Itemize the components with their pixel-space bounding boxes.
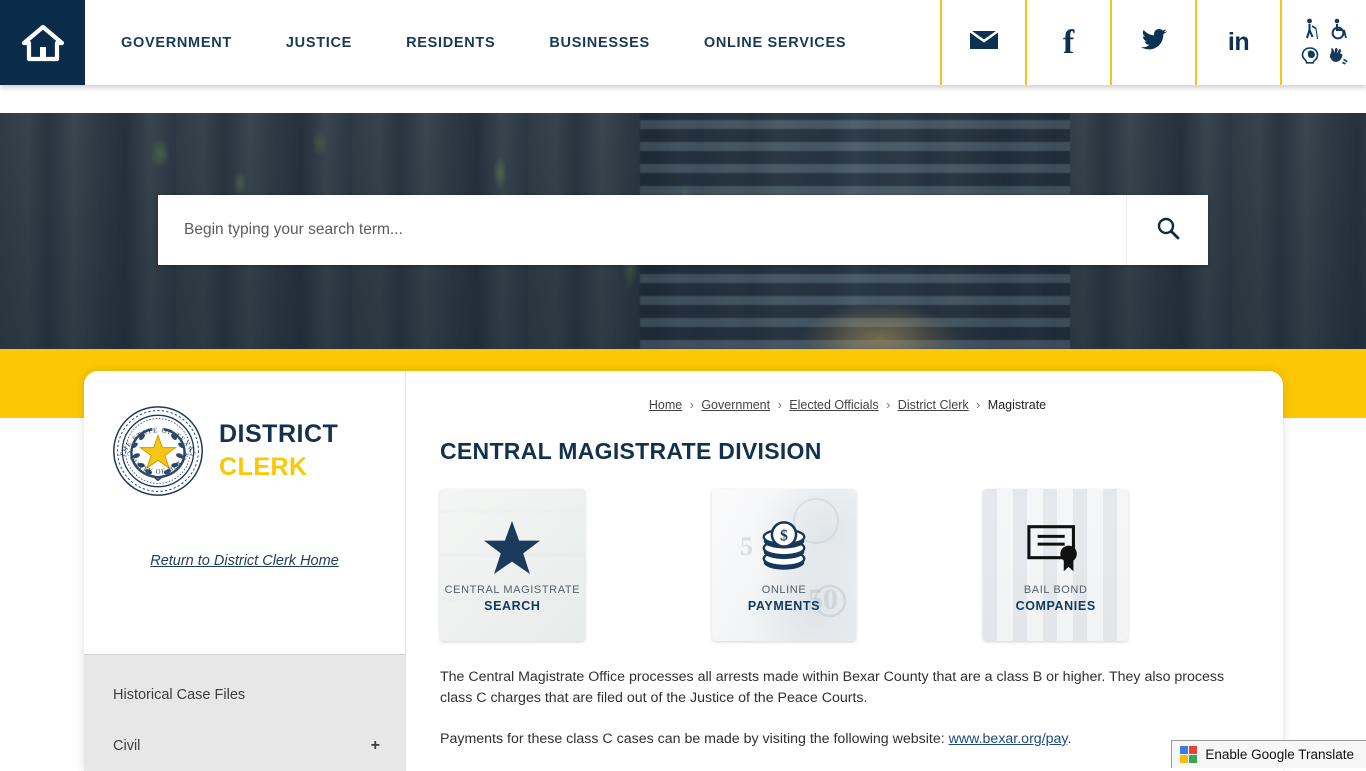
department-branding: THE STATE OF TEXAS COUNTY OF BEXAR DISTR… [84, 371, 405, 498]
tile-labels: BAIL BOND COMPANIES [983, 584, 1128, 613]
site-search [158, 195, 1208, 265]
blind-person-icon[interactable] [1301, 18, 1319, 40]
sidebar-item-civil[interactable]: Civil + [84, 720, 406, 771]
home-icon [21, 24, 65, 62]
tile-online-payments[interactable]: 5 50 $ [712, 489, 857, 641]
tile-label-top: CENTRAL MAGISTRATE [440, 584, 585, 596]
nav-item-justice[interactable]: JUSTICE [286, 35, 352, 51]
paragraph-payments-text: Payments for these class C cases can be … [440, 731, 949, 747]
main-navigation: GOVERNMENT JUSTICE RESIDENTS BUSINESSES … [85, 0, 900, 85]
facebook-icon: f [1063, 26, 1074, 60]
facebook-link[interactable]: f [1025, 0, 1110, 85]
paragraph-payments: Payments for these class C cases can be … [440, 729, 1240, 750]
brand-line-district: DISTRICT [219, 422, 338, 447]
main-content: Home › Government › Elected Officials › … [406, 371, 1283, 771]
breadcrumb-item-current: Magistrate [988, 398, 1046, 412]
social-links: f in [940, 0, 1366, 85]
tile-labels: CENTRAL MAGISTRATE SEARCH [440, 584, 585, 613]
sidebar-navigation: Historical Case Files Civil + [84, 654, 406, 771]
breadcrumb-item-district-clerk[interactable]: District Clerk [898, 398, 969, 412]
search-icon [1155, 215, 1181, 246]
tile-bail-bond-companies[interactable]: BAIL BOND COMPANIES [983, 489, 1128, 641]
tile-label-bottom: SEARCH [440, 599, 585, 613]
google-translate-toggle[interactable]: Enable Google Translate [1171, 740, 1366, 768]
twitter-icon [1140, 28, 1168, 57]
nav-item-residents[interactable]: RESIDENTS [406, 35, 495, 51]
nav-item-government[interactable]: GOVERNMENT [121, 35, 232, 51]
hero-light-glow [800, 303, 960, 349]
breadcrumb-item-elected-officials[interactable]: Elected Officials [789, 398, 878, 412]
breadcrumb-item-home[interactable]: Home [649, 398, 682, 412]
tile-label-bottom: PAYMENTS [712, 599, 857, 613]
accessibility-tools[interactable] [1280, 0, 1366, 85]
breadcrumb-separator: › [886, 398, 890, 412]
breadcrumb-separator: › [690, 398, 694, 412]
linkedin-icon: in [1228, 28, 1249, 57]
sidebar-item-historical-case-files[interactable]: Historical Case Files [84, 669, 406, 720]
content-card: THE STATE OF TEXAS COUNTY OF BEXAR DISTR… [84, 371, 1283, 771]
breadcrumb-item-government[interactable]: Government [701, 398, 770, 412]
twitter-link[interactable] [1110, 0, 1195, 85]
breadcrumb-separator: › [976, 398, 980, 412]
home-button[interactable] [0, 0, 85, 85]
return-link-wrapper: Return to District Clerk Home [84, 552, 405, 570]
body-content: The Central Magistrate Office processes … [440, 667, 1240, 750]
quick-link-tiles: CENTRAL MAGISTRATE SEARCH 5 50 [440, 489, 1255, 641]
sidebar-item-label: Civil [113, 738, 371, 754]
search-submit-button[interactable] [1126, 195, 1208, 265]
wheelchair-icon[interactable] [1328, 18, 1348, 40]
bexar-pay-link[interactable]: www.bexar.org/pay [949, 731, 1068, 747]
page-title: CENTRAL MAGISTRATE DIVISION [440, 438, 1255, 465]
return-to-district-clerk-home-link[interactable]: Return to District Clerk Home [150, 553, 339, 569]
email-link[interactable] [940, 0, 1025, 85]
nav-item-businesses[interactable]: BUSINESSES [549, 35, 649, 51]
star-icon [440, 517, 585, 579]
coins-dollar-icon: $ [712, 517, 857, 579]
tile-label-bottom: COMPANIES [983, 599, 1128, 613]
cognitive-head-icon[interactable] [1300, 46, 1320, 66]
site-header: GOVERNMENT JUSTICE RESIDENTS BUSINESSES … [0, 0, 1366, 85]
nav-item-online-services[interactable]: ONLINE SERVICES [704, 35, 846, 51]
email-icon [969, 29, 999, 56]
paragraph-central-magistrate-office: The Central Magistrate Office processes … [440, 667, 1240, 709]
plus-icon[interactable]: + [371, 737, 380, 755]
breadcrumb-separator: › [778, 398, 782, 412]
brand-line-clerk: CLERK [219, 455, 338, 480]
tile-central-magistrate-search[interactable]: CENTRAL MAGISTRATE SEARCH [440, 489, 585, 641]
sidebar: THE STATE OF TEXAS COUNTY OF BEXAR DISTR… [84, 371, 406, 771]
svg-text:$: $ [780, 527, 788, 544]
tile-label-top: BAIL BOND [983, 584, 1128, 596]
tile-label-top: ONLINE [712, 584, 857, 596]
sidebar-item-label: Historical Case Files [113, 687, 380, 703]
tile-labels: ONLINE PAYMENTS [712, 584, 857, 613]
breadcrumb: Home › Government › Elected Officials › … [440, 391, 1255, 412]
texas-state-seal-icon: THE STATE OF TEXAS COUNTY OF BEXAR [111, 404, 205, 498]
paragraph-payments-period: . [1067, 731, 1071, 747]
google-translate-label: Enable Google Translate [1205, 747, 1354, 762]
sign-language-icon[interactable] [1327, 46, 1349, 66]
google-translate-icon [1180, 746, 1197, 763]
search-input[interactable] [158, 195, 1126, 265]
certificate-seal-icon [983, 517, 1128, 579]
linkedin-link[interactable]: in [1195, 0, 1280, 85]
